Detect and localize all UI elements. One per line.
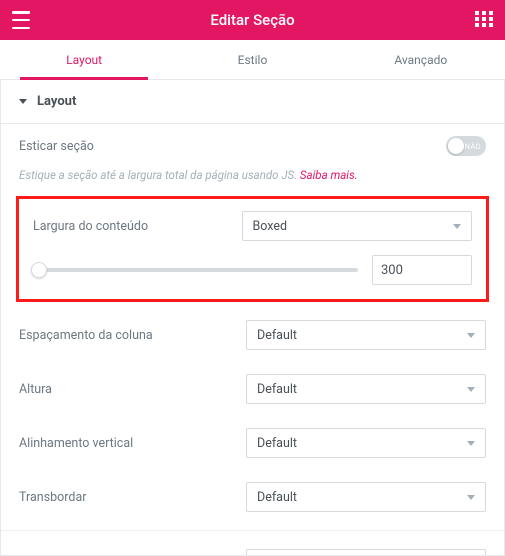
- row-column-gap: Espaçamento da coluna Default: [19, 308, 486, 362]
- menu-icon[interactable]: [12, 11, 30, 29]
- tab-advanced[interactable]: Avançado: [337, 40, 505, 79]
- tab-label: Avançado: [394, 53, 447, 67]
- chevron-down-icon: [467, 333, 475, 338]
- select-value: Default: [257, 328, 297, 343]
- row-content-width-slider: [33, 249, 472, 285]
- helper-text: Estique a seção até a largura total da p…: [19, 168, 300, 182]
- tab-layout[interactable]: Layout: [0, 40, 168, 79]
- chevron-down-icon: [467, 495, 475, 500]
- row-content-width: Largura do conteúdo Boxed: [33, 209, 472, 249]
- tab-label: Layout: [66, 53, 102, 67]
- label-stretch: Esticar seção: [19, 139, 446, 154]
- row-valign: Alinhamento vertical Default: [19, 416, 486, 470]
- label-column-gap: Espaçamento da coluna: [19, 328, 246, 343]
- select-valign[interactable]: Default: [246, 428, 486, 458]
- input-content-width-value[interactable]: [372, 255, 472, 285]
- toggle-stretch[interactable]: NÃO: [446, 136, 486, 156]
- toggle-text: NÃO: [465, 142, 481, 151]
- highlight-content-width: Largura do conteúdo Boxed: [16, 196, 489, 302]
- select-column-gap[interactable]: Default: [246, 320, 486, 350]
- section-title: Layout: [37, 94, 76, 109]
- row-overflow: Transbordar Default: [19, 470, 486, 524]
- row-height: Altura Default: [19, 362, 486, 416]
- chevron-down-icon: [467, 441, 475, 446]
- tab-style[interactable]: Estilo: [168, 40, 336, 79]
- select-content-width[interactable]: Boxed: [242, 211, 473, 241]
- label-valign: Alinhamento vertical: [19, 436, 246, 451]
- chevron-down-icon: [19, 99, 27, 104]
- row-stretch: Esticar seção NÃO: [19, 124, 486, 168]
- section-header-layout[interactable]: Layout: [1, 80, 504, 124]
- helper-link[interactable]: Saiba mais.: [300, 168, 358, 182]
- tab-label: Estilo: [238, 53, 268, 67]
- select-html-tag[interactable]: Default: [246, 549, 486, 556]
- chevron-down-icon: [453, 224, 461, 229]
- apps-grid-icon[interactable]: [475, 11, 493, 29]
- select-value: Default: [257, 436, 297, 451]
- chevron-down-icon: [467, 387, 475, 392]
- label-height: Altura: [19, 382, 246, 397]
- section-body-layout: Esticar seção NÃO Estique a seção até a …: [1, 124, 504, 556]
- topbar: Editar Seção: [0, 0, 505, 40]
- select-value: Default: [257, 382, 297, 397]
- divider: [1, 530, 504, 531]
- label-overflow: Transbordar: [19, 490, 246, 505]
- row-html-tag: Tag HTML Default: [19, 537, 486, 556]
- slider-content-width[interactable]: [33, 268, 358, 272]
- select-value: Default: [257, 490, 297, 505]
- settings-panel[interactable]: Layout Esticar seção NÃO Estique a seção…: [0, 80, 505, 556]
- select-overflow[interactable]: Default: [246, 482, 486, 512]
- slider-thumb[interactable]: [31, 262, 47, 278]
- select-value: Boxed: [253, 219, 288, 234]
- tabs: Layout Estilo Avançado: [0, 40, 505, 80]
- helper-stretch: Estique a seção até a largura total da p…: [19, 168, 486, 196]
- select-height[interactable]: Default: [246, 374, 486, 404]
- topbar-title: Editar Seção: [30, 11, 475, 29]
- toggle-knob: [448, 138, 464, 154]
- label-content-width: Largura do conteúdo: [33, 219, 242, 234]
